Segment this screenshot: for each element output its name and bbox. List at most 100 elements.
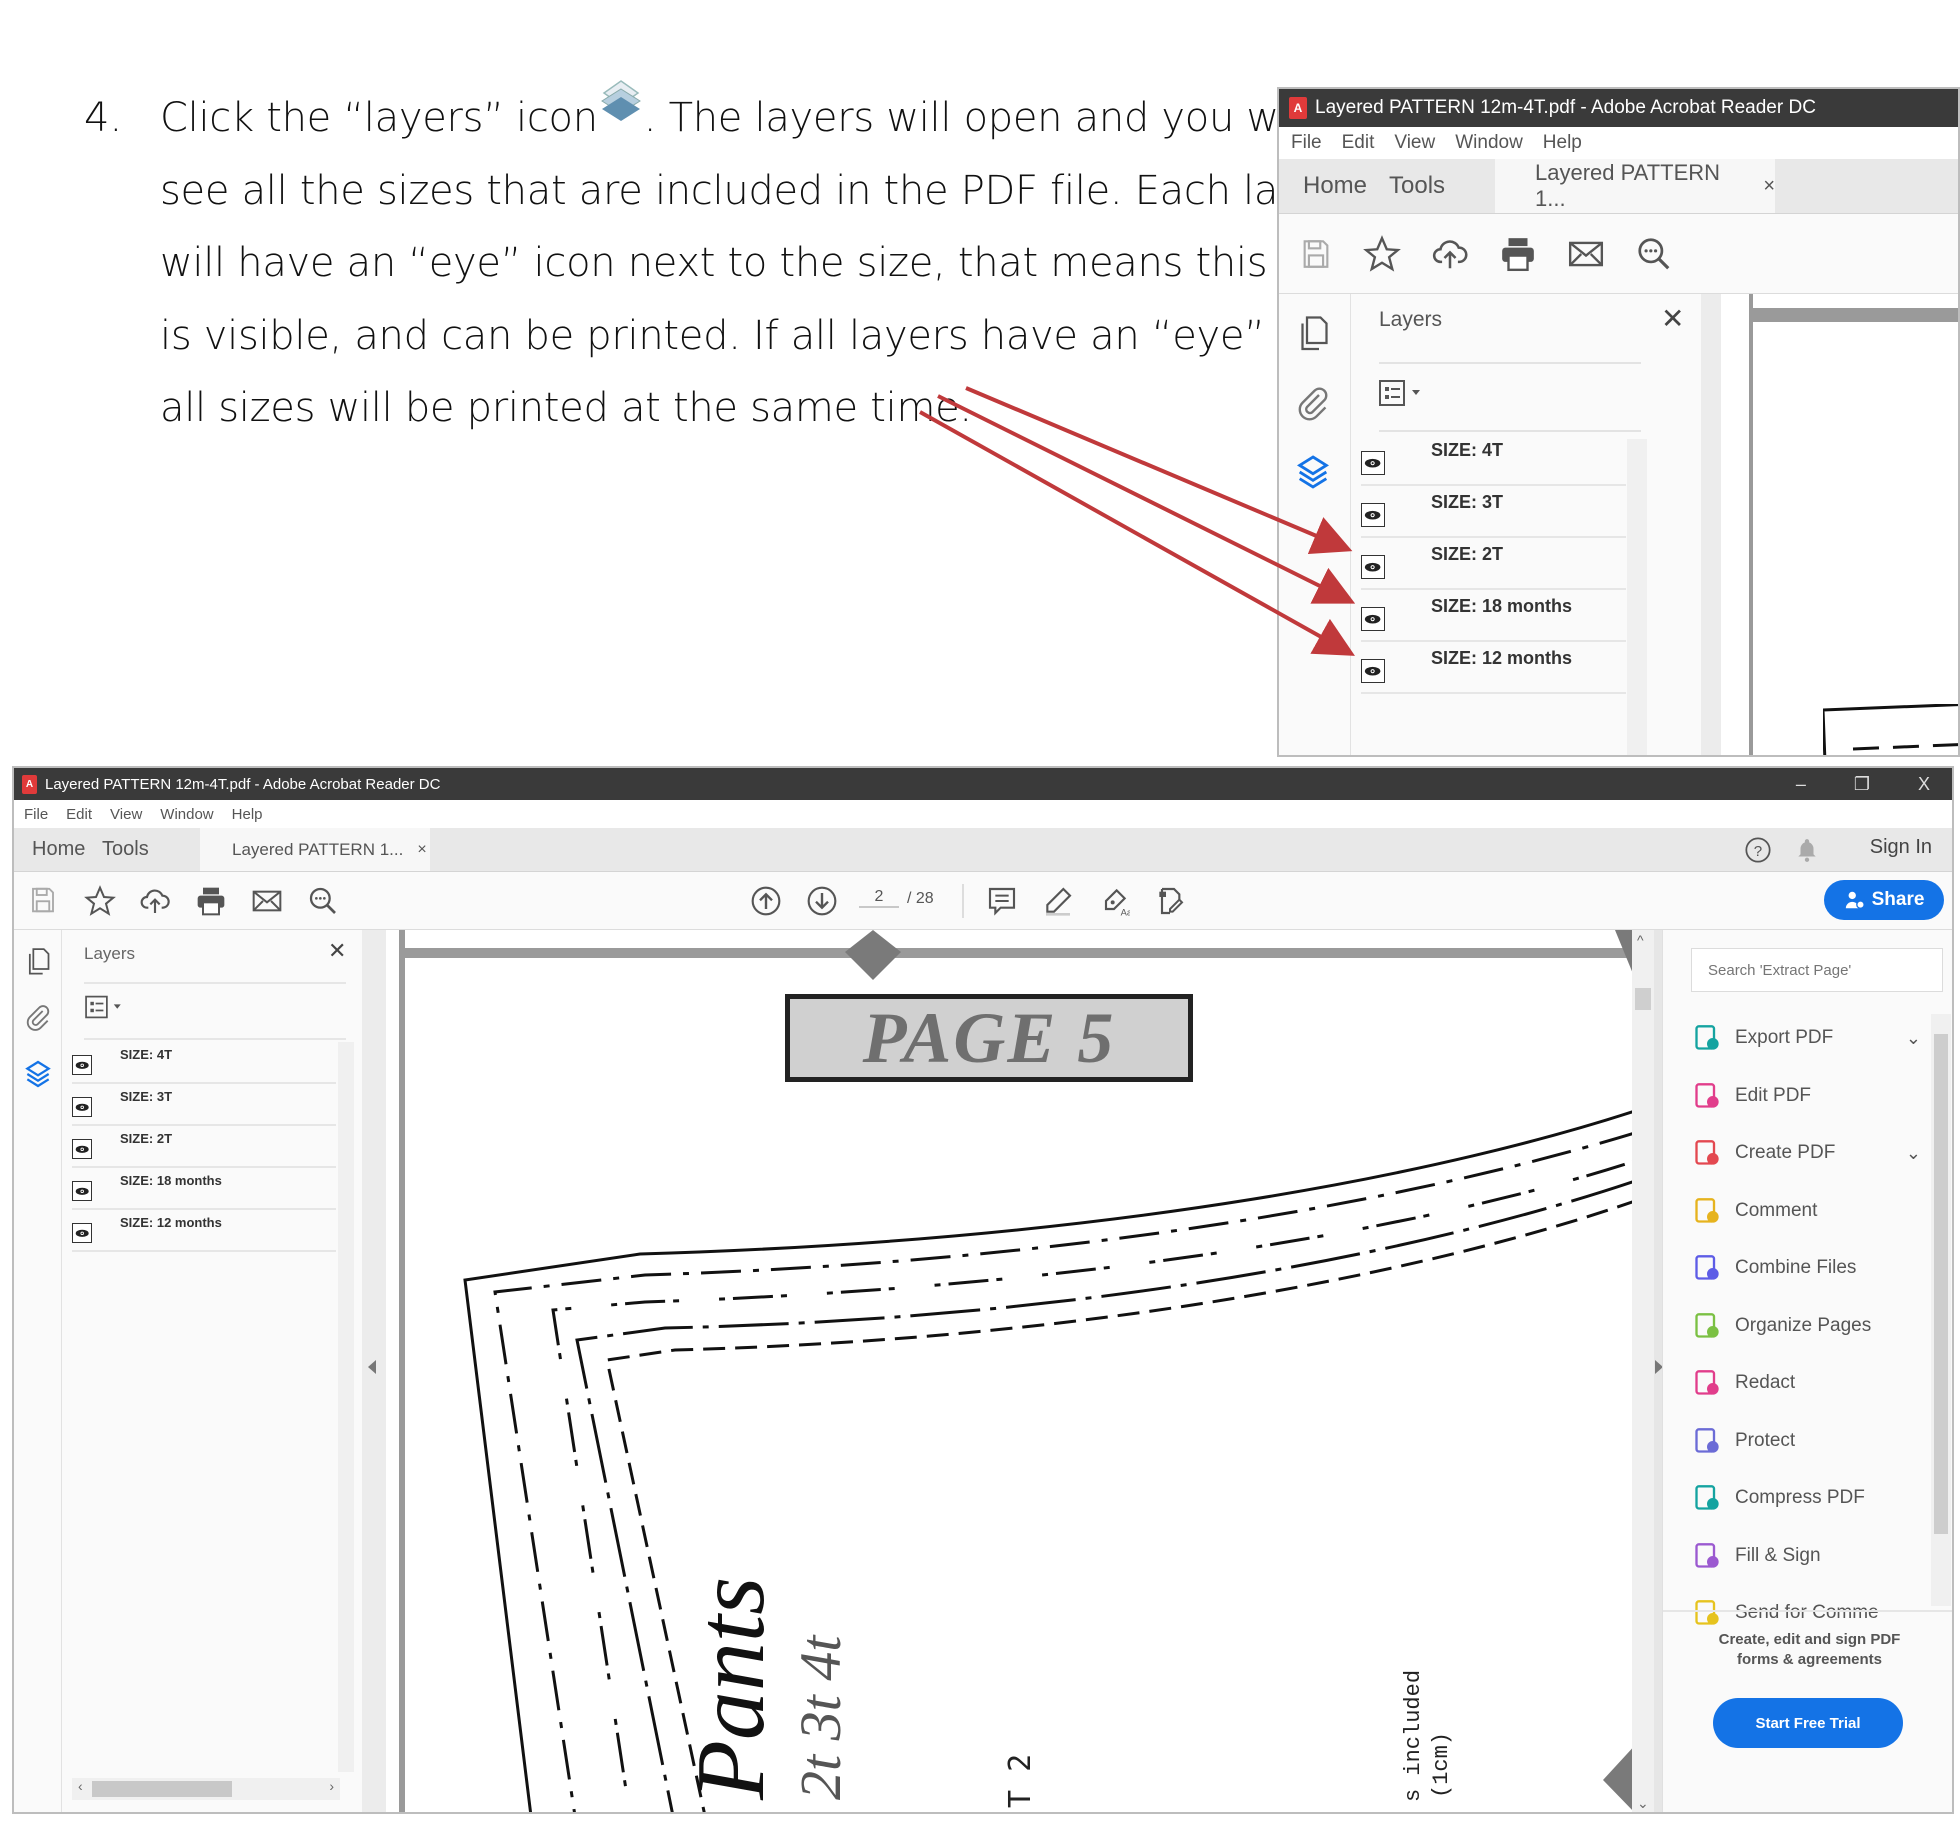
menu-view[interactable]: View	[1394, 132, 1435, 154]
notifications-bell-icon[interactable]	[1794, 836, 1820, 864]
print-icon[interactable]	[195, 885, 227, 917]
tool-item[interactable]: Export PDF ⌄	[1691, 1018, 1931, 1058]
tab-tools[interactable]: Tools	[102, 828, 200, 871]
tools-search-input[interactable]	[1691, 948, 1943, 992]
close-layers-panel-icon[interactable]: ✕	[328, 938, 346, 964]
print-icon[interactable]	[1499, 235, 1537, 273]
tab-home[interactable]: Home	[14, 828, 102, 871]
tool-item[interactable]: Edit PDF	[1691, 1076, 1931, 1116]
comment-icon[interactable]	[986, 885, 1018, 917]
panel-splitter[interactable]	[1701, 294, 1721, 755]
bookmark-star-icon[interactable]	[84, 885, 116, 917]
save-icon[interactable]	[28, 885, 58, 915]
tab-home[interactable]: Home	[1279, 159, 1389, 213]
share-button[interactable]: Share	[1824, 880, 1944, 920]
sign-in-link[interactable]: Sign In	[1870, 836, 1932, 859]
attachments-icon[interactable]	[1295, 384, 1331, 424]
layer-options-menu-icon[interactable]	[1379, 378, 1427, 408]
bookmark-star-icon[interactable]	[1363, 234, 1401, 273]
tool-item[interactable]: Create PDF ⌄	[1691, 1133, 1931, 1173]
layer-options-menu-icon[interactable]	[84, 994, 128, 1020]
tab-document[interactable]: Layered PATTERN 1... ×	[1495, 159, 1775, 213]
close-tab-icon[interactable]: ×	[1763, 175, 1775, 198]
tool-item[interactable]: Compress PDF	[1691, 1478, 1931, 1518]
tool-item[interactable]: Combine Files	[1691, 1248, 1931, 1288]
layer-row[interactable]: SIZE: 12 months	[1361, 642, 1626, 694]
layer-visibility-eye-icon[interactable]	[72, 1055, 92, 1075]
layer-visibility-eye-icon[interactable]	[1361, 451, 1385, 475]
scroll-right-icon[interactable]: ›	[329, 1778, 334, 1794]
restore-button[interactable]: ❐	[1854, 774, 1870, 795]
layer-visibility-eye-icon[interactable]	[72, 1181, 92, 1201]
layer-row[interactable]: SIZE: 2T	[72, 1126, 336, 1168]
layer-row[interactable]: SIZE: 12 months	[72, 1210, 336, 1252]
layers-icon[interactable]	[22, 1058, 54, 1090]
menu-help[interactable]: Help	[232, 806, 263, 823]
page-thumbnails-icon[interactable]	[24, 946, 52, 978]
menu-window[interactable]: Window	[160, 806, 213, 823]
panel-splitter[interactable]	[362, 930, 386, 1812]
previous-page-icon[interactable]	[750, 885, 782, 917]
tab-tools[interactable]: Tools	[1389, 159, 1495, 213]
search-zoom-icon[interactable]	[307, 885, 339, 917]
upload-cloud-icon[interactable]	[139, 885, 171, 917]
close-tab-icon[interactable]: ×	[417, 841, 426, 859]
horizontal-scrollbar[interactable]: ‹ ›	[72, 1778, 340, 1800]
layer-visibility-eye-icon[interactable]	[72, 1139, 92, 1159]
tool-item[interactable]: Protect	[1691, 1421, 1931, 1461]
layer-row[interactable]: SIZE: 18 months	[72, 1168, 336, 1210]
layer-visibility-eye-icon[interactable]	[72, 1223, 92, 1243]
layer-visibility-eye-icon[interactable]	[1361, 503, 1385, 527]
layer-row[interactable]: SIZE: 2T	[1361, 538, 1626, 590]
tool-item[interactable]: Comment	[1691, 1191, 1931, 1231]
next-page-icon[interactable]	[806, 885, 838, 917]
layer-row[interactable]: SIZE: 4T	[1361, 434, 1626, 486]
save-icon[interactable]	[1299, 237, 1333, 271]
layers-scrollbar[interactable]	[1627, 439, 1647, 755]
menu-window[interactable]: Window	[1455, 132, 1523, 154]
layer-row[interactable]: SIZE: 18 months	[1361, 590, 1626, 642]
email-icon[interactable]	[1567, 235, 1605, 273]
layer-row[interactable]: SIZE: 3T	[72, 1084, 336, 1126]
layers-icon[interactable]	[1293, 452, 1333, 492]
tab-document[interactable]: Layered PATTERN 1... ×	[200, 828, 430, 871]
scroll-thumb[interactable]	[1934, 1034, 1948, 1534]
close-layers-panel-icon[interactable]: ✕	[1661, 302, 1684, 335]
highlight-pen-icon[interactable]	[1042, 885, 1074, 917]
layer-visibility-eye-icon[interactable]	[1361, 659, 1385, 683]
attachments-icon[interactable]	[24, 1002, 52, 1034]
layers-scrollbar[interactable]	[338, 1042, 354, 1772]
start-free-trial-button[interactable]: Start Free Trial	[1713, 1698, 1903, 1748]
search-zoom-icon[interactable]	[1635, 235, 1673, 273]
tool-item[interactable]: Organize Pages	[1691, 1306, 1931, 1346]
page-thumbnails-icon[interactable]	[1295, 314, 1331, 354]
document-scrollbar[interactable]: ^ ⌄	[1632, 930, 1654, 1812]
layer-row[interactable]: SIZE: 3T	[1361, 486, 1626, 538]
layer-visibility-eye-icon[interactable]	[1361, 607, 1385, 631]
menu-edit[interactable]: Edit	[66, 806, 92, 823]
sign-pen-icon[interactable]: Aa	[1098, 885, 1130, 917]
menu-file[interactable]: File	[24, 806, 48, 823]
scroll-thumb[interactable]	[1635, 988, 1651, 1010]
layer-row[interactable]: SIZE: 4T	[72, 1042, 336, 1084]
expand-chevron-icon[interactable]: ⌄	[1906, 1028, 1921, 1049]
tool-item[interactable]: Fill & Sign	[1691, 1536, 1931, 1576]
menu-view[interactable]: View	[110, 806, 142, 823]
fill-form-icon[interactable]	[1154, 885, 1186, 917]
scroll-up-icon[interactable]: ^	[1637, 932, 1644, 948]
menu-file[interactable]: File	[1291, 132, 1322, 154]
layer-visibility-eye-icon[interactable]	[72, 1097, 92, 1117]
minimize-button[interactable]: –	[1796, 774, 1806, 795]
close-window-button[interactable]: X	[1918, 774, 1930, 795]
collapse-left-panel-icon[interactable]	[368, 1360, 376, 1374]
layer-visibility-eye-icon[interactable]	[1361, 555, 1385, 579]
scroll-thumb[interactable]	[92, 1781, 232, 1797]
tools-scrollbar[interactable]	[1931, 1014, 1951, 1606]
tool-item[interactable]: Send for Comme	[1691, 1593, 1931, 1633]
scroll-left-icon[interactable]: ‹	[78, 1778, 83, 1794]
expand-chevron-icon[interactable]: ⌄	[1906, 1143, 1921, 1164]
email-icon[interactable]	[251, 885, 283, 917]
tool-item[interactable]: Redact	[1691, 1363, 1931, 1403]
upload-cloud-icon[interactable]	[1431, 235, 1469, 273]
help-icon[interactable]: ?	[1744, 836, 1772, 864]
